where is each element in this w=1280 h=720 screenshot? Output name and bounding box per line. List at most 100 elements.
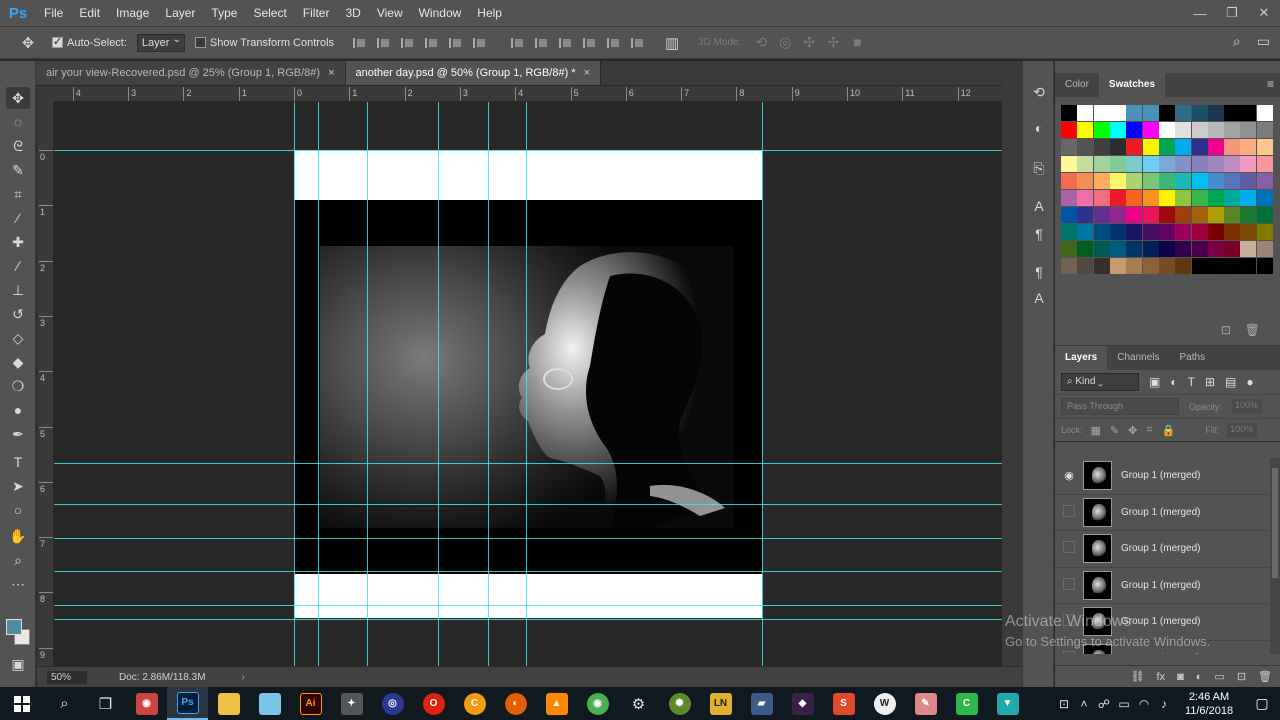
color-swatch[interactable] <box>1093 241 1110 257</box>
menu-view[interactable]: View <box>369 0 411 26</box>
app-logo[interactable]: Ps <box>0 0 36 26</box>
guide-vertical[interactable] <box>318 102 319 666</box>
color-swatch[interactable] <box>1175 224 1192 240</box>
lock-transparent-icon[interactable]: ▦ <box>1091 424 1101 437</box>
menu-file[interactable]: File <box>36 0 71 26</box>
menu-select[interactable]: Select <box>245 0 294 26</box>
color-swatch[interactable] <box>1175 241 1192 257</box>
tab-close-icon[interactable]: × <box>328 67 334 79</box>
layer-row[interactable]: Group 1 (merged) <box>1055 568 1270 604</box>
visibility-eye-icon[interactable] <box>1055 578 1083 593</box>
minimize-button[interactable]: — <box>1184 0 1216 26</box>
color-swatch[interactable] <box>1109 105 1126 121</box>
properties-panel-icon[interactable]: ⎘ <box>1027 157 1051 179</box>
eyedropper-tool-icon[interactable]: ⁄ <box>6 207 30 229</box>
lock-pixels-icon[interactable]: ✎ <box>1110 424 1119 437</box>
blur-tool-icon[interactable]: ❍ <box>6 375 30 397</box>
color-swatch[interactable] <box>1224 139 1241 155</box>
vlc-icon[interactable]: ▲ <box>536 687 577 720</box>
quick-select-tool-icon[interactable]: ✎ <box>6 159 30 181</box>
paragraph-styles-icon[interactable]: ¶ <box>1027 261 1051 283</box>
illustrator-taskbar-icon[interactable]: Ai <box>290 687 331 720</box>
color-swatch[interactable] <box>1175 207 1192 223</box>
color-swatch[interactable] <box>1158 241 1175 257</box>
color-swatch[interactable] <box>1061 139 1078 155</box>
color-swatch[interactable] <box>1175 122 1192 138</box>
tab-channels[interactable]: Channels <box>1107 346 1169 370</box>
color-swatch[interactable] <box>1175 156 1192 172</box>
color-swatch[interactable] <box>1240 122 1257 138</box>
filter-smart-icon[interactable]: ▤ <box>1225 375 1236 389</box>
dodge-tool-icon[interactable]: ● <box>6 399 30 421</box>
align-vcenter-icon[interactable] <box>373 36 395 50</box>
color-swatch[interactable] <box>1158 105 1175 121</box>
color-swatch[interactable] <box>1224 156 1241 172</box>
color-swatch[interactable] <box>1061 190 1078 206</box>
opera-icon[interactable]: O <box>413 687 454 720</box>
guide-horizontal[interactable] <box>54 463 1002 464</box>
color-swatch[interactable] <box>1093 105 1110 121</box>
quick-mask-icon[interactable]: ▣ <box>6 653 30 675</box>
align-right-icon[interactable] <box>469 36 491 50</box>
color-swatch[interactable] <box>1207 122 1224 138</box>
more-tools-icon[interactable]: ⋯ <box>6 573 30 595</box>
filter-adjustment-icon[interactable]: ◐ <box>1170 375 1177 389</box>
notifications-icon[interactable]: ▢ <box>1244 695 1280 712</box>
notepad-icon[interactable] <box>249 687 290 720</box>
menu-image[interactable]: Image <box>108 0 157 26</box>
color-swatch[interactable] <box>1207 173 1224 189</box>
align-top-icon[interactable] <box>349 36 371 50</box>
color-swatch[interactable] <box>1256 224 1273 240</box>
move-tool-icon[interactable]: ✥ <box>6 87 30 109</box>
color-swatch[interactable] <box>1158 122 1175 138</box>
color-swatch[interactable] <box>1240 173 1257 189</box>
guide-vertical[interactable] <box>762 102 763 666</box>
panel-collapse-strip[interactable] <box>1002 61 1022 666</box>
color-swatch[interactable] <box>1061 156 1078 172</box>
color-swatch[interactable] <box>1207 241 1224 257</box>
app-icon-b[interactable]: ◎ <box>372 687 413 720</box>
color-swatch[interactable] <box>1126 241 1143 257</box>
color-swatch[interactable] <box>1240 258 1257 274</box>
align-left-icon[interactable] <box>421 36 443 50</box>
3d-scale-icon[interactable]: ■ <box>845 34 869 51</box>
move-tool-icon[interactable]: ✥ <box>14 34 42 52</box>
color-swatch[interactable] <box>1240 105 1257 121</box>
filter-pixel-icon[interactable]: ▣ <box>1149 375 1160 389</box>
color-swatch[interactable] <box>1126 190 1143 206</box>
tab-another-day[interactable]: another day.psd @ 50% (Group 1, RGB/8#) … <box>345 61 602 85</box>
app-icon-h[interactable]: ✎ <box>905 687 946 720</box>
color-swatch[interactable] <box>1256 190 1273 206</box>
color-swatch[interactable] <box>1191 122 1208 138</box>
menu-edit[interactable]: Edit <box>71 0 108 26</box>
3d-roll-icon[interactable]: ◎ <box>773 34 797 51</box>
guide-horizontal[interactable] <box>54 619 1002 620</box>
crop-tool-icon[interactable]: ⌗ <box>6 183 30 205</box>
color-swatch[interactable] <box>1240 207 1257 223</box>
delete-swatch-icon[interactable]: 🗑 <box>1245 323 1260 337</box>
color-swatch[interactable] <box>1126 105 1143 121</box>
color-swatch[interactable] <box>1142 190 1159 206</box>
lock-position-icon[interactable]: ✥ <box>1128 424 1137 437</box>
color-swatch[interactable] <box>1142 258 1159 274</box>
color-swatch[interactable] <box>1158 224 1175 240</box>
zoom-tool-icon[interactable]: ⌕ <box>6 549 30 571</box>
filter-type-icon[interactable]: T <box>1188 375 1195 389</box>
new-group-icon[interactable]: ▭ <box>1214 670 1224 683</box>
status-menu-arrow-icon[interactable]: › <box>242 672 245 683</box>
color-swatch[interactable] <box>1126 122 1143 138</box>
character-panel-icon[interactable]: A <box>1027 195 1051 217</box>
color-swatch[interactable] <box>1109 224 1126 240</box>
settings-icon[interactable]: ⚙ <box>618 687 659 720</box>
guide-vertical[interactable] <box>488 102 489 666</box>
clock[interactable]: 2:46 AM 11/6/2018 <box>1174 690 1244 718</box>
close-button[interactable]: ✕ <box>1248 0 1280 26</box>
tab-close-icon[interactable]: × <box>584 67 590 79</box>
blend-mode-dropdown[interactable]: Pass Through <box>1061 398 1179 415</box>
color-swatch[interactable] <box>1175 173 1192 189</box>
color-swatch[interactable] <box>1061 258 1078 274</box>
3d-slide-icon[interactable]: ✢ <box>821 34 845 51</box>
lasso-tool-icon[interactable]: ᘓ <box>6 135 30 157</box>
color-swatch[interactable] <box>1191 139 1208 155</box>
search-icon[interactable]: ⌕ <box>44 687 85 720</box>
